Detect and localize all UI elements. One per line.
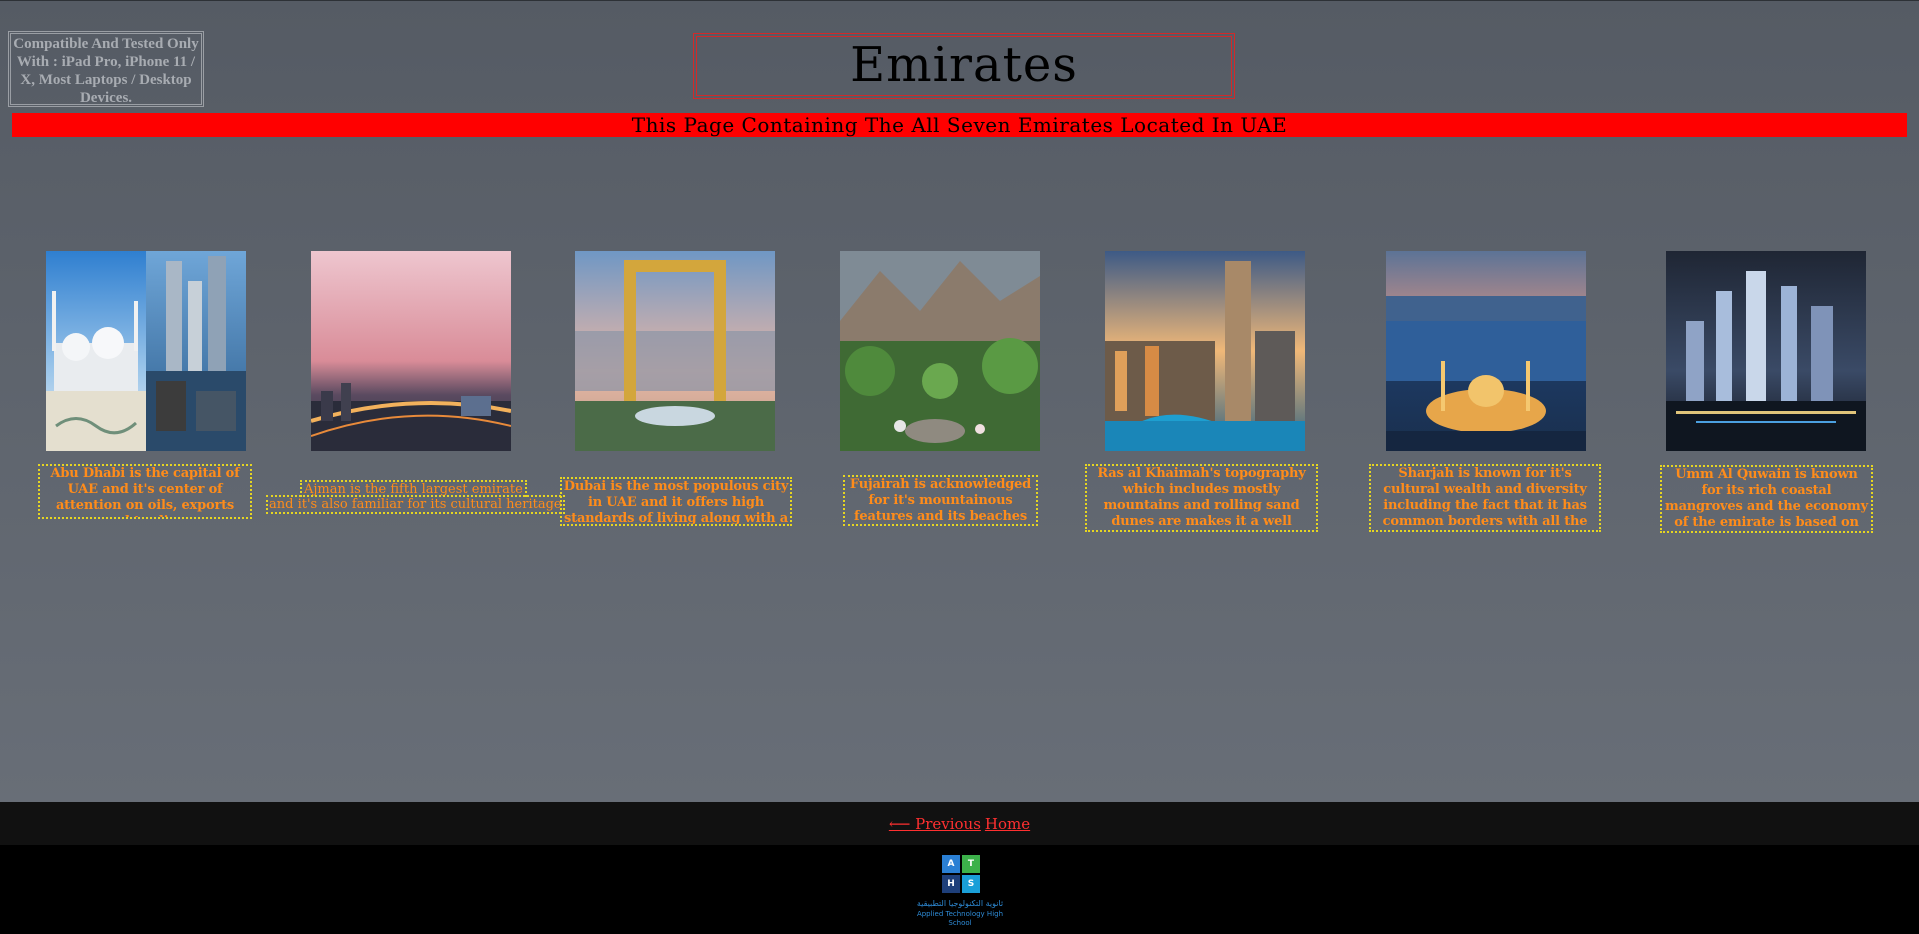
abu-dhabi-caption: Abu Dhabi is the capital of UAE and it's…: [38, 464, 252, 519]
sharjah-caption: Sharjah is known for it's cultural wealt…: [1369, 464, 1601, 532]
page-title: Emirates: [850, 37, 1078, 93]
compatibility-notice: Compatible And Tested Only With : iPad P…: [8, 31, 204, 107]
page-title-box: Emirates: [693, 33, 1235, 99]
abu-dhabi-image: [46, 251, 246, 451]
page-subtitle: This Page Containing The All Seven Emira…: [631, 113, 1288, 137]
subtitle-banner: This Page Containing The All Seven Emira…: [12, 113, 1907, 137]
previous-link[interactable]: ⟵ Previous: [889, 815, 981, 833]
logo-letter-a: A: [942, 855, 960, 873]
top-border-line: [0, 0, 1919, 1]
logo-letter-s: S: [962, 875, 980, 893]
logo-letter-h: H: [942, 875, 960, 893]
logo-arabic-text: ثانوية التكنولوجيا التطبيقية: [916, 899, 1004, 908]
dubai-image: [575, 251, 775, 451]
umm-al-quwain-image: [1666, 251, 1866, 451]
fujairah-caption: Fujairah is acknowledged for it's mounta…: [843, 475, 1038, 526]
home-link[interactable]: Home: [985, 815, 1030, 833]
logo-letter-t: T: [962, 855, 980, 873]
dubai-caption: Dubai is the most populous city in UAE a…: [560, 477, 792, 526]
footer-nav: ⟵ Previous Home: [0, 802, 1919, 845]
ajman-caption-line2: and it's also familiar for its cultural …: [266, 495, 565, 514]
fujairah-image: [840, 251, 1040, 451]
logo-blocks: A T H S: [942, 855, 982, 895]
ras-al-khaimah-image: [1105, 251, 1305, 451]
school-logo: A T H S ثانوية التكنولوجيا التطبيقية App…: [910, 855, 1010, 927]
sharjah-image: [1386, 251, 1586, 451]
ras-al-khaimah-caption: Ras al Khaimah's topography which includ…: [1085, 464, 1318, 532]
logo-english-text: Applied Technology High School: [916, 910, 1004, 927]
umm-al-quwain-caption: Umm Al Quwain is known for its rich coas…: [1660, 465, 1873, 533]
ajman-image: [311, 251, 511, 451]
